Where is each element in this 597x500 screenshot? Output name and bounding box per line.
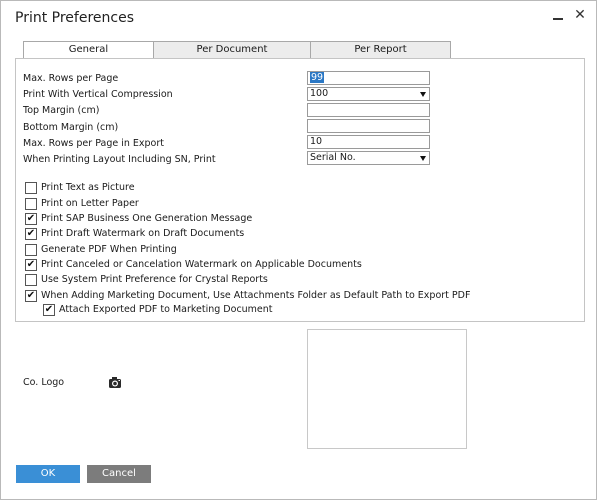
checkbox[interactable]: ✔: [25, 213, 37, 225]
print-preferences-window: Print Preferences ✕ General Per Document…: [0, 0, 597, 500]
sn-print-value: Serial No.: [310, 152, 356, 163]
bottom-margin-input[interactable]: [307, 119, 430, 133]
checkbox[interactable]: [25, 182, 37, 194]
dropdown-arrow-icon: [420, 92, 426, 97]
checkbox-label: Print Text as Picture: [41, 182, 135, 193]
max-rows-value: 99: [310, 72, 325, 83]
vertical-compression-select[interactable]: 100: [307, 87, 430, 101]
checkbox[interactable]: ✔: [43, 304, 55, 316]
camera-icon[interactable]: [108, 376, 122, 392]
window-title: Print Preferences: [15, 10, 134, 26]
vertical-compression-label: Print With Vertical Compression: [23, 89, 173, 100]
minimize-button[interactable]: [549, 6, 567, 24]
checkbox[interactable]: ✔: [25, 228, 37, 240]
max-rows-input[interactable]: 99: [307, 71, 430, 85]
max-rows-label: Max. Rows per Page: [23, 73, 119, 84]
close-button[interactable]: ✕: [571, 6, 589, 24]
checkbox-label: When Adding Marketing Document, Use Atta…: [41, 290, 471, 301]
checkbox[interactable]: ✔: [25, 259, 37, 271]
dropdown-arrow-icon: [420, 156, 426, 161]
top-margin-input[interactable]: [307, 103, 430, 117]
cancel-button[interactable]: Cancel: [87, 465, 151, 483]
checkbox[interactable]: [25, 198, 37, 210]
checkbox-label: Use System Print Preference for Crystal …: [41, 274, 268, 285]
checkbox-label: Print on Letter Paper: [41, 198, 139, 209]
co-logo-label: Co. Logo: [23, 377, 65, 388]
checkbox-label: Print Draft Watermark on Draft Documents: [41, 228, 245, 239]
vertical-compression-value: 100: [310, 88, 329, 99]
tab-per-report[interactable]: Per Report: [310, 41, 451, 59]
checkbox-label: Print SAP Business One Generation Messag…: [41, 213, 253, 224]
checkbox[interactable]: [25, 274, 37, 286]
sn-print-select[interactable]: Serial No.: [307, 151, 430, 165]
checkbox[interactable]: [25, 244, 37, 256]
tab-per-document[interactable]: Per Document: [153, 41, 311, 59]
logo-image-box[interactable]: [307, 329, 467, 449]
checkbox-label: Print Canceled or Cancelation Watermark …: [41, 259, 362, 270]
max-rows-export-input[interactable]: 10: [307, 135, 430, 149]
ok-button[interactable]: OK: [16, 465, 80, 483]
max-rows-export-label: Max. Rows per Page in Export: [23, 138, 165, 149]
sn-print-label: When Printing Layout Including SN, Print: [23, 154, 216, 165]
bottom-margin-label: Bottom Margin (cm): [23, 122, 119, 133]
checkbox-label: Generate PDF When Printing: [41, 244, 177, 255]
checkbox[interactable]: ✔: [25, 290, 37, 302]
checkbox-label: Attach Exported PDF to Marketing Documen…: [59, 304, 273, 315]
top-margin-label: Top Margin (cm): [23, 105, 100, 116]
